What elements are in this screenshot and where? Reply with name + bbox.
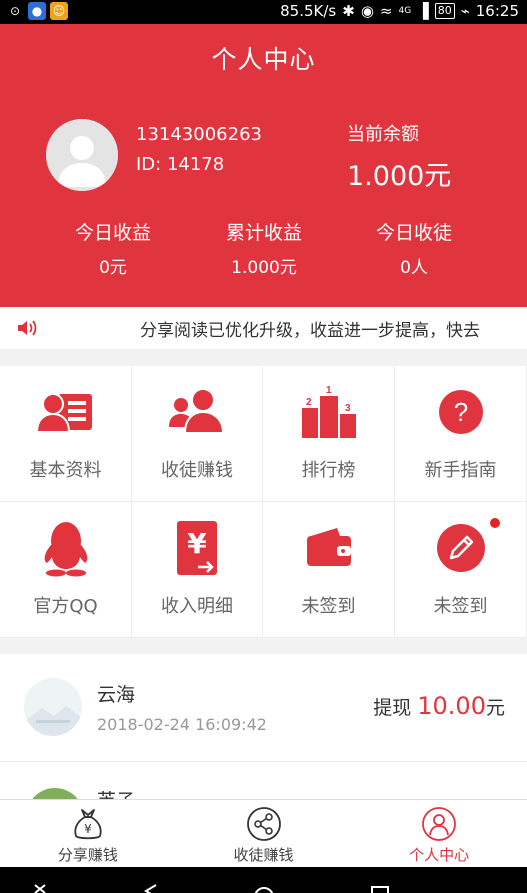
menu-check-in-daily[interactable]: 未签到 <box>395 502 527 638</box>
announcement-bar[interactable]: 分享阅读已优化升级，收益进一步提高，快去 <box>0 307 527 349</box>
dismiss-icon <box>34 884 46 893</box>
status-notification-icons: ⊙ ● ☺ <box>6 2 68 20</box>
stat-today-apprentices: 今日收徒 0人 <box>339 218 489 278</box>
tab-share-earn[interactable]: ¥ 分享赚钱 <box>0 800 176 867</box>
timestamp: 2018-02-24 16:09:42 <box>97 715 267 734</box>
withdrawal-label: 提现 <box>373 697 412 719</box>
wallet-icon <box>299 520 359 576</box>
battery-level: 80 <box>434 3 455 19</box>
money-bag-icon: ¥ <box>74 809 102 840</box>
stat-label: 今日收徒 <box>375 222 452 244</box>
tab-personal-center[interactable]: 个人中心 <box>351 800 527 867</box>
list-item[interactable]: 云海 2018-02-24 16:09:42 提现 10.00元 <box>0 654 527 762</box>
person-icon <box>422 807 457 841</box>
user-id: ID: 14178 <box>136 154 225 175</box>
network-type: 4G <box>398 6 412 16</box>
notification-dot <box>490 518 500 528</box>
home-icon <box>254 887 274 893</box>
user-phone: 13143006263 <box>136 124 262 145</box>
bluetooth-icon: ✱ <box>342 2 355 20</box>
yuan-receipt-icon: ¥ <box>167 520 227 576</box>
status-indicators: 85.5K/s ✱ ◉ ≈ 4G ▐ 80 ⌁ 16:25 <box>280 2 519 20</box>
amount-unit: 元 <box>485 697 505 719</box>
default-avatar-icon <box>46 119 118 191</box>
svg-text:1: 1 <box>326 385 332 396</box>
menu-recruit-earn[interactable]: 收徒赚钱 <box>132 366 263 502</box>
list-item[interactable]: 芙子 <box>0 762 527 804</box>
page-title: 个人中心 <box>211 45 316 74</box>
weibo-icon: ⊙ <box>9 4 21 18</box>
menu-label: 官方QQ <box>33 596 98 617</box>
podium-icon: 1 2 3 <box>299 384 359 440</box>
system-nav-buttons <box>34 884 389 893</box>
wifi-icon: ≈ <box>379 2 393 20</box>
status-bar: ⊙ ● ☺ 85.5K/s ✱ ◉ ≈ 4G ▐ 80 ⌁ 16:25 <box>0 0 527 24</box>
user-name: 云海 <box>97 684 136 706</box>
charging-icon: ⌁ <box>460 2 470 20</box>
menu-label: 收入明细 <box>161 596 233 617</box>
menu-income-details[interactable]: ¥ 收入明细 <box>132 502 263 638</box>
stat-today-income: 今日收益 0元 <box>38 218 188 278</box>
menu-label: 未签到 <box>301 596 356 617</box>
withdrawal-list: 云海 2018-02-24 16:09:42 提现 10.00元 芙子 <box>0 654 527 804</box>
withdrawal-amount: 提现 10.00元 <box>373 692 505 720</box>
amount-value: 10.00 <box>417 692 486 720</box>
menu-beginner-guide[interactable]: ? 新手指南 <box>395 366 527 502</box>
svg-text:3: 3 <box>345 403 351 414</box>
tab-label: 收徒赚钱 <box>233 846 294 864</box>
users-icon <box>167 384 227 440</box>
system-nav-bar <box>0 867 527 893</box>
back-icon <box>144 884 157 893</box>
profile-card-icon <box>35 384 96 440</box>
balance-value: 1.000元 <box>347 161 452 192</box>
pencil-icon <box>431 520 491 576</box>
svg-text:¥: ¥ <box>84 822 92 836</box>
stat-value: 0元 <box>99 258 127 278</box>
profile-header: 个人中心 13143006263 ID: 14178 当前余额 1.000元 今… <box>0 24 527 307</box>
stat-total-income: 累计收益 1.000元 <box>189 218 339 278</box>
avatar[interactable] <box>46 119 118 191</box>
eye-icon: ◉ <box>360 2 374 20</box>
menu-label: 未签到 <box>433 596 488 617</box>
menu-basic-info[interactable]: 基本资料 <box>0 366 132 502</box>
clock: 16:25 <box>475 2 519 20</box>
menu-check-in-wallet[interactable]: 未签到 <box>263 502 395 638</box>
stat-value: 1.000元 <box>231 258 297 278</box>
svg-text:?: ? <box>453 397 467 427</box>
shield-app-icon: ● <box>28 2 46 20</box>
menu-official-qq[interactable]: 官方QQ <box>0 502 132 638</box>
menu-label: 新手指南 <box>424 460 497 481</box>
svg-text:2: 2 <box>306 397 312 408</box>
network-speed: 85.5K/s <box>280 2 337 20</box>
signal-icon: ▐ <box>417 2 429 20</box>
share-icon <box>246 807 281 841</box>
menu-label: 收徒赚钱 <box>161 460 233 481</box>
menu-label: 基本资料 <box>29 460 102 481</box>
stat-value: 0人 <box>400 258 428 278</box>
qq-icon <box>36 520 96 577</box>
bottom-tab-bar: ¥ 分享赚钱 收徒赚钱 个人中心 <box>0 799 527 867</box>
svg-text:¥: ¥ <box>187 527 207 560</box>
speaker-icon <box>18 320 37 336</box>
app-notification-icon: ☺ <box>50 2 68 20</box>
tab-label: 个人中心 <box>409 846 470 864</box>
screen: ⊙ ● ☺ 85.5K/s ✱ ◉ ≈ 4G ▐ 80 ⌁ 16:25 个人中心… <box>0 0 527 893</box>
tab-recruit-earn[interactable]: 收徒赚钱 <box>176 800 352 867</box>
help-icon: ? <box>431 384 491 440</box>
recents-icon <box>371 886 389 893</box>
menu-leaderboard[interactable]: 1 2 3 排行榜 <box>263 366 395 502</box>
feature-grid: 基本资料 收徒赚钱 1 2 3 排行榜 ? 新手指南 官方QQ ¥ 收入明细 未… <box>0 366 527 638</box>
stat-label: 累计收益 <box>225 222 302 244</box>
announcement-text: 分享阅读已优化升级，收益进一步提高，快去 <box>140 321 480 341</box>
stat-label: 今日收益 <box>74 222 151 244</box>
avatar <box>24 678 82 736</box>
menu-label: 排行榜 <box>301 460 356 481</box>
tab-label: 分享赚钱 <box>57 846 118 864</box>
balance-label: 当前余额 <box>347 124 419 145</box>
